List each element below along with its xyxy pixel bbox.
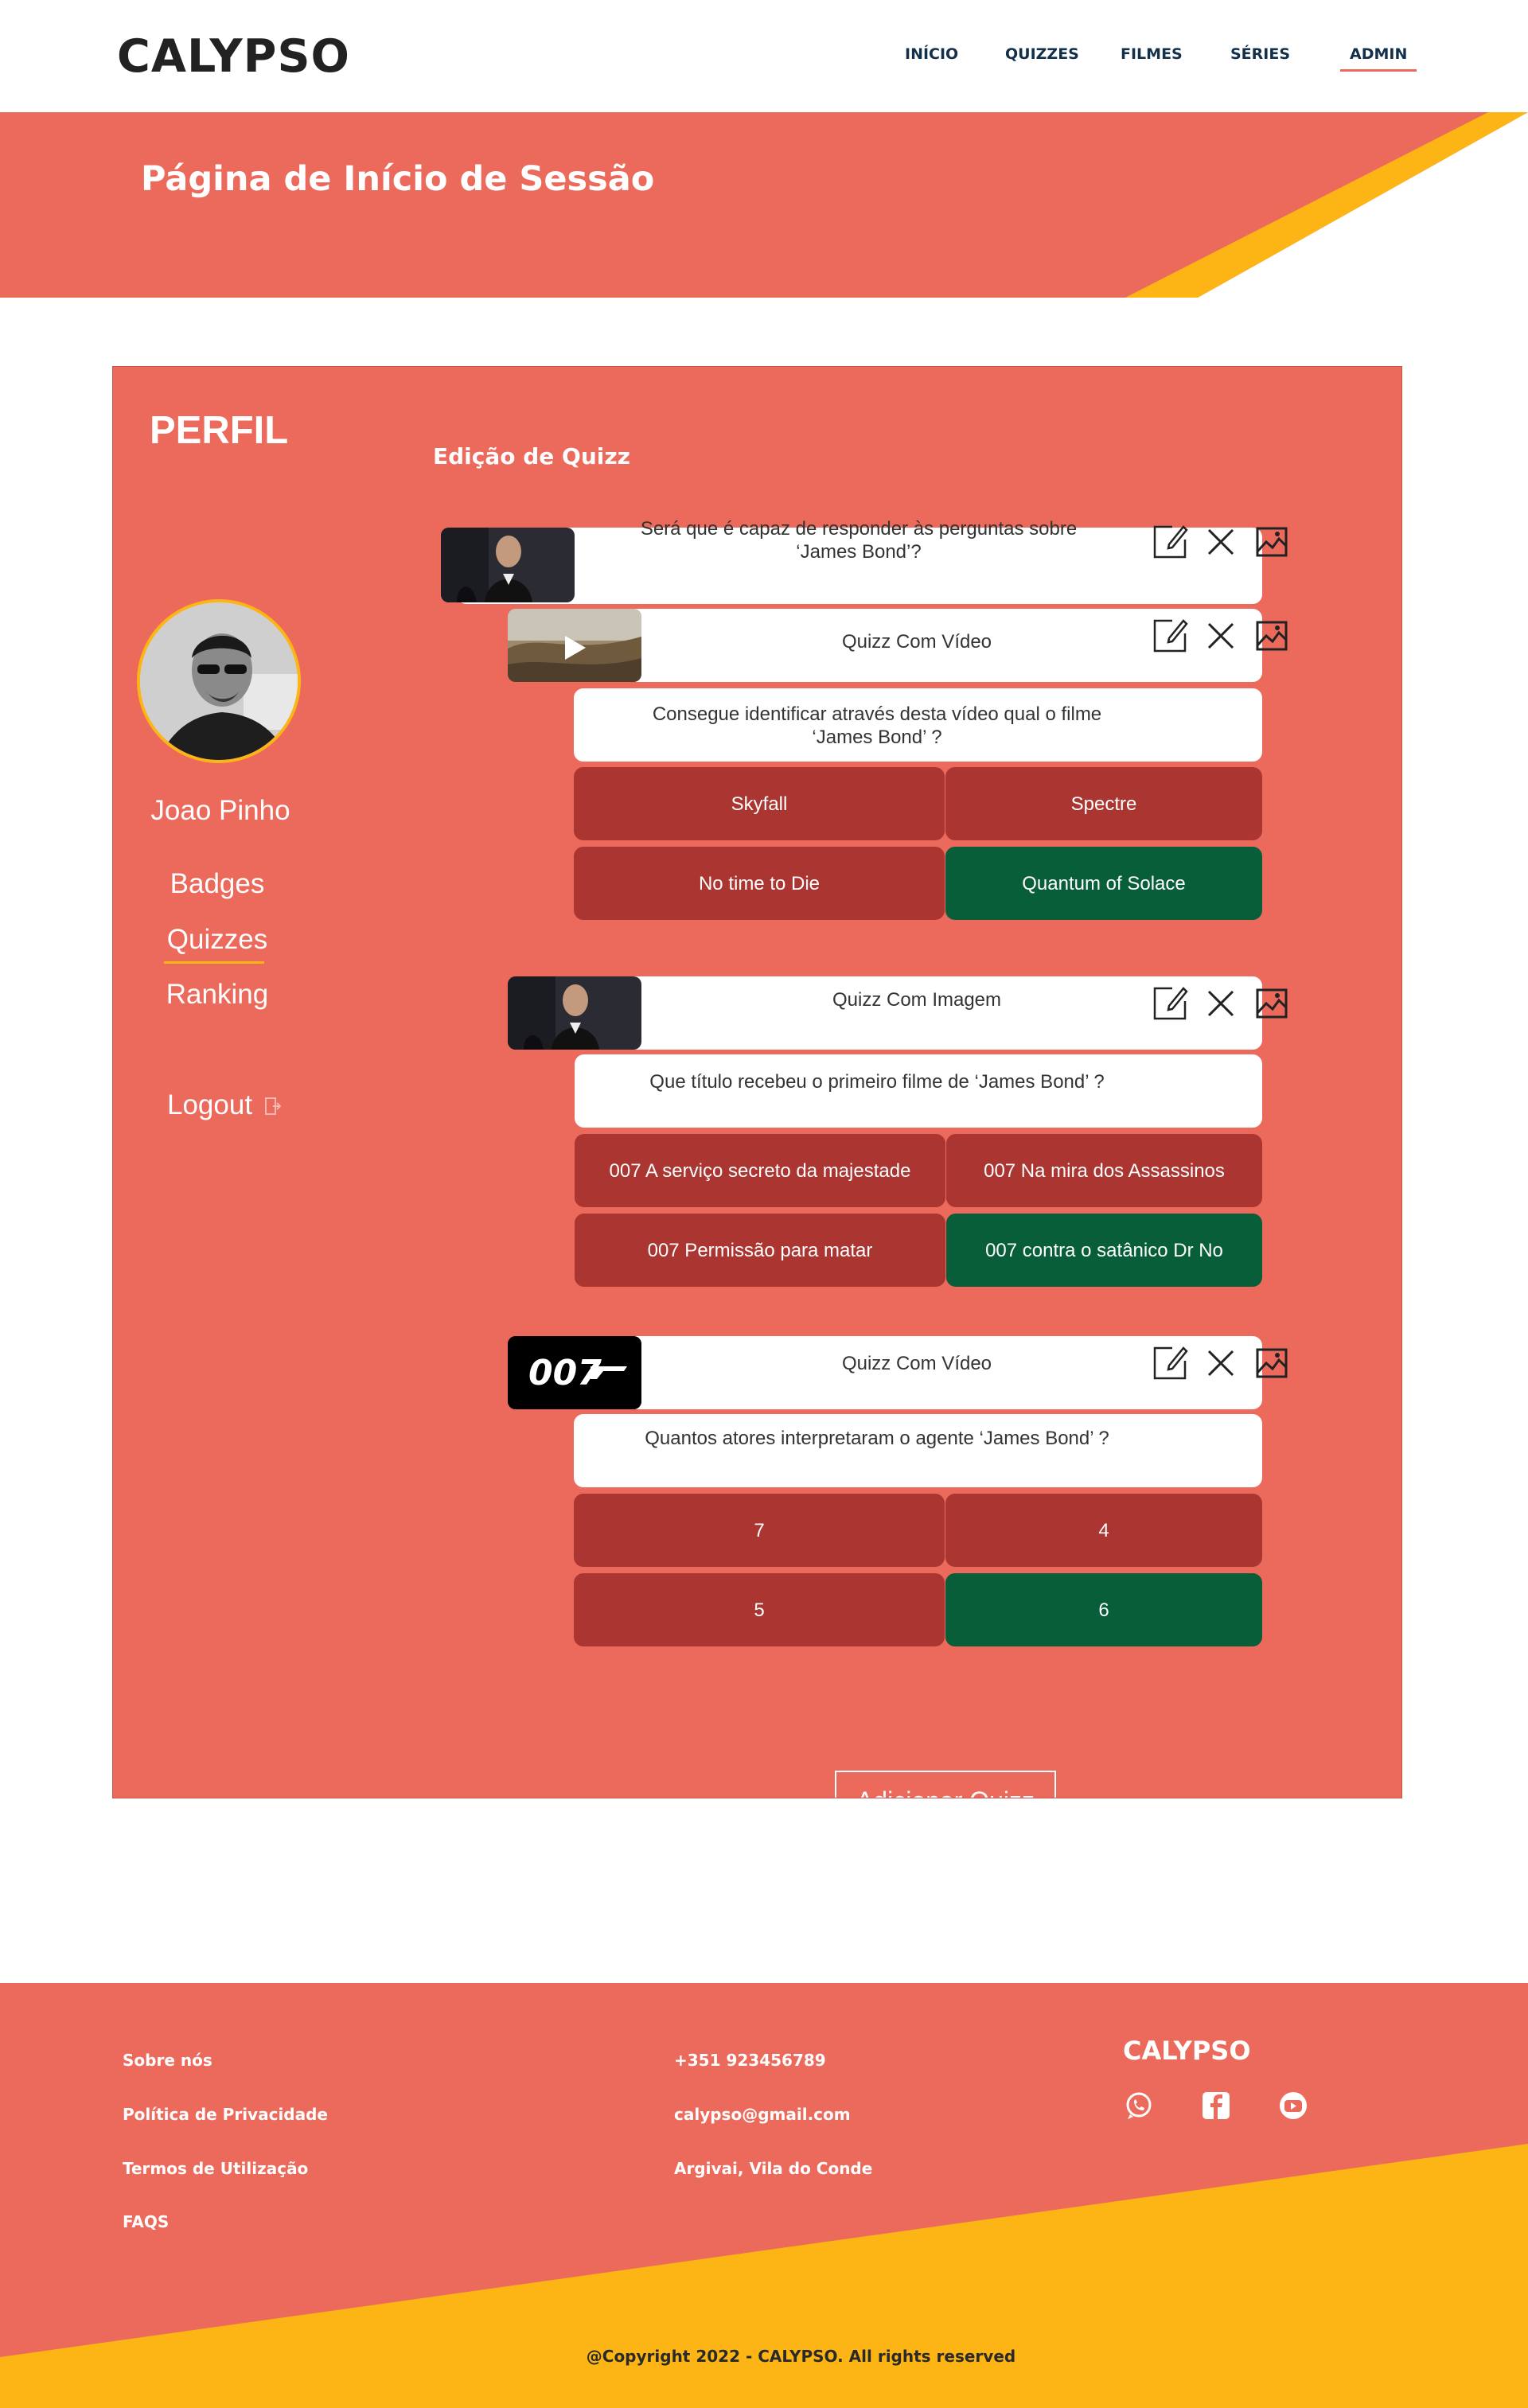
- edit-icon[interactable]: [1151, 984, 1189, 1023]
- quiz-type-label: Quizz Com Vídeo: [841, 1353, 992, 1374]
- profile-heading: PERFIL: [150, 409, 289, 452]
- footer-brand: CALYPSO: [1123, 2036, 1251, 2066]
- answer-option[interactable]: 7: [574, 1494, 945, 1567]
- nav-filmes[interactable]: FILMES: [1121, 45, 1183, 63]
- correct-answer-option[interactable]: Quantum of Solace: [945, 847, 1262, 920]
- delete-icon[interactable]: [1202, 523, 1240, 561]
- delete-icon[interactable]: [1202, 1344, 1240, 1382]
- logout-icon: [264, 1091, 282, 1123]
- image-icon[interactable]: [1253, 984, 1291, 1023]
- answer-option[interactable]: No time to Die: [574, 847, 945, 920]
- edit-icon[interactable]: [1151, 523, 1189, 561]
- quiz-actions: [1151, 617, 1304, 655]
- answer-option[interactable]: 4: [945, 1494, 1262, 1567]
- answer-option[interactable]: Spectre: [945, 767, 1262, 840]
- answer-option[interactable]: 007 Na mira dos Assassinos: [946, 1134, 1262, 1207]
- quiz-type-label: Quizz Com Vídeo: [841, 631, 992, 653]
- footer-phone[interactable]: +351 923456789: [674, 2051, 826, 2070]
- add-quiz-button[interactable]: Adicionar Quizz: [835, 1771, 1056, 1798]
- whatsapp-icon[interactable]: [1123, 2090, 1155, 2122]
- main-question-actions: [1151, 523, 1304, 561]
- nav-admin[interactable]: ADMIN: [1340, 45, 1417, 72]
- logout-label: Logout: [167, 1089, 253, 1120]
- answer-option[interactable]: 007 A serviço secreto da majestade: [575, 1134, 945, 1207]
- sidebar-item-ranking[interactable]: Ranking: [113, 979, 322, 1011]
- nav-inicio[interactable]: INÍCIO: [905, 45, 958, 63]
- bond-image-thumbnail: [441, 528, 575, 602]
- sidebar-item-badges[interactable]: Badges: [113, 868, 322, 900]
- quiz-actions: [1151, 984, 1304, 1023]
- answer-option[interactable]: 007 Permissão para matar: [575, 1214, 945, 1287]
- logout-button[interactable]: Logout: [167, 1089, 282, 1123]
- bond-image-thumbnail[interactable]: [508, 976, 641, 1050]
- footer-background: [0, 1983, 1528, 2408]
- hero-banner: [0, 112, 1528, 298]
- quiz-actions: [1151, 1344, 1304, 1382]
- profile-panel: PERFIL Joao Pinho Badges Quizzes Ranking…: [112, 366, 1402, 1798]
- footer-link-sobre[interactable]: Sobre nós: [123, 2051, 212, 2070]
- youtube-icon[interactable]: [1277, 2090, 1309, 2122]
- correct-answer-option[interactable]: 007 contra o satânico Dr No: [946, 1214, 1262, 1287]
- logo-007-thumbnail[interactable]: 007: [508, 1336, 641, 1409]
- image-icon[interactable]: [1253, 523, 1291, 561]
- edit-icon[interactable]: [1151, 1344, 1189, 1382]
- question-card: [574, 1414, 1262, 1487]
- footer-link-privacidade[interactable]: Política de Privacidade: [123, 2105, 328, 2124]
- question-text: Que título recebeu o primeiro filme de ‘…: [649, 1071, 1105, 1093]
- active-indicator: [164, 961, 264, 964]
- avatar: [137, 599, 301, 763]
- question-text: Consegue identificar através desta vídeo…: [652, 703, 1102, 748]
- page-title: Página de Início de Sessão: [141, 159, 655, 199]
- image-icon[interactable]: [1253, 1344, 1291, 1382]
- main-question-text: Será que é capaz de responder às pergunt…: [640, 518, 1078, 563]
- footer-link-termos[interactable]: Termos de Utilização: [123, 2159, 308, 2178]
- edit-icon[interactable]: [1151, 617, 1189, 655]
- answer-option[interactable]: Skyfall: [574, 767, 945, 840]
- footer-address: Argivai, Vila do Conde: [674, 2159, 873, 2178]
- question-text: Quantos atores interpretaram o agente ‘J…: [645, 1428, 1109, 1449]
- answer-option[interactable]: 5: [574, 1573, 945, 1646]
- footer-email[interactable]: calypso@gmail.com: [674, 2105, 851, 2124]
- nav-quizzes[interactable]: QUIZZES: [1005, 45, 1079, 63]
- footer-link-faqs[interactable]: FAQS: [123, 2212, 169, 2231]
- brand-logo[interactable]: CALYPSO: [117, 30, 350, 83]
- nav-series[interactable]: SÉRIES: [1230, 45, 1290, 63]
- sidebar-item-quizzes[interactable]: Quizzes: [113, 924, 322, 956]
- image-icon[interactable]: [1253, 617, 1291, 655]
- username: Joao Pinho: [150, 795, 290, 826]
- section-title: Edição de Quizz: [433, 443, 630, 470]
- copyright-text: @Copyright 2022 - CALYPSO. All rights re…: [586, 2347, 1016, 2366]
- delete-icon[interactable]: [1202, 617, 1240, 655]
- delete-icon[interactable]: [1202, 984, 1240, 1023]
- correct-answer-option[interactable]: 6: [945, 1573, 1262, 1646]
- facebook-icon[interactable]: [1200, 2090, 1232, 2122]
- video-thumbnail[interactable]: [508, 609, 641, 682]
- quiz-type-label: Quizz Com Imagem: [832, 989, 1002, 1011]
